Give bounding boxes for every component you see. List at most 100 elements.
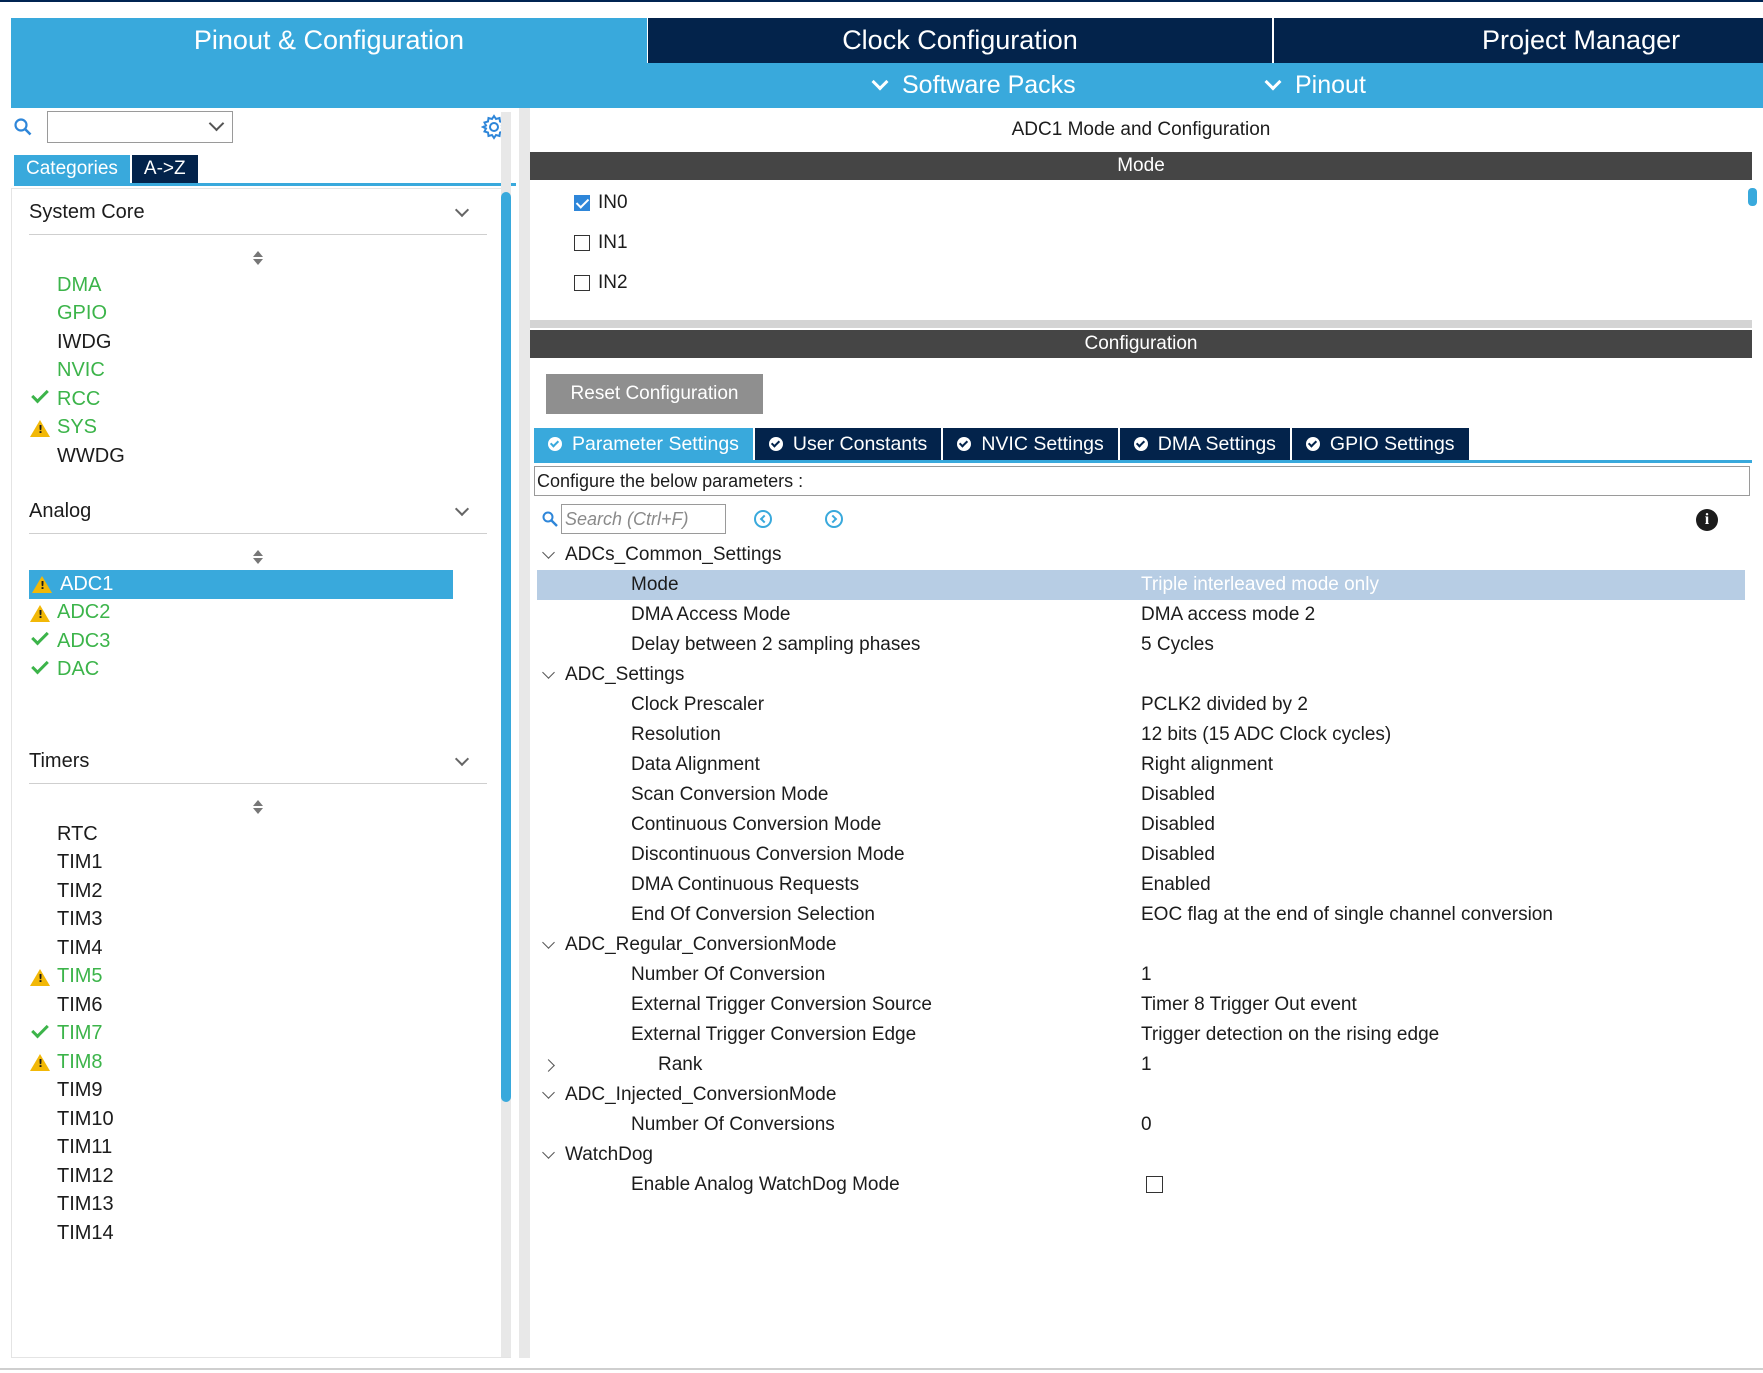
- param-group-row[interactable]: ADCs_Common_Settings: [537, 540, 1745, 570]
- param-value[interactable]: Disabled: [1141, 814, 1215, 836]
- chevron-down-icon[interactable]: [542, 936, 555, 949]
- tab-dma-settings[interactable]: DMA Settings: [1119, 428, 1292, 460]
- tab-clock-configuration[interactable]: Clock Configuration: [648, 18, 1274, 63]
- param-row[interactable]: Resolution 12 bits (15 ADC Clock cycles): [537, 720, 1745, 750]
- param-row[interactable]: Clock Prescaler PCLK2 divided by 2: [537, 690, 1745, 720]
- category-scrollbar[interactable]: [501, 112, 511, 1357]
- scrollbar-thumb[interactable]: [501, 192, 511, 1102]
- param-row[interactable]: Data Alignment Right alignment: [537, 750, 1745, 780]
- search-icon[interactable]: [14, 118, 32, 136]
- category-item-dma[interactable]: DMA: [29, 271, 487, 300]
- param-row[interactable]: External Trigger Conversion Source Timer …: [537, 990, 1745, 1020]
- param-row[interactable]: DMA Access Mode DMA access mode 2: [537, 600, 1745, 630]
- category-item-wwdg[interactable]: WWDG: [29, 442, 487, 471]
- search-next-icon[interactable]: [825, 510, 843, 528]
- category-item-sys[interactable]: SYS: [29, 414, 487, 443]
- param-row[interactable]: End Of Conversion Selection EOC flag at t…: [537, 900, 1745, 930]
- mode-input-in0[interactable]: IN0: [574, 189, 628, 217]
- chevron-down-icon[interactable]: [542, 546, 555, 559]
- section-header[interactable]: Timers: [29, 740, 487, 784]
- mode-scrollbar[interactable]: [1746, 188, 1758, 318]
- tab-gpio-settings[interactable]: GPIO Settings: [1291, 428, 1471, 460]
- category-item-rtc[interactable]: RTC: [29, 820, 487, 849]
- chevron-right-icon[interactable]: [542, 1059, 555, 1072]
- param-row[interactable]: Number Of Conversions 0: [537, 1110, 1745, 1140]
- category-item-tim7[interactable]: TIM7: [29, 1020, 487, 1049]
- category-item-tim12[interactable]: TIM12: [29, 1162, 487, 1191]
- search-icon[interactable]: [542, 511, 558, 527]
- category-item-tim14[interactable]: TIM14: [29, 1219, 487, 1248]
- chevron-down-icon[interactable]: [542, 1086, 555, 1099]
- param-row[interactable]: DMA Continuous Requests Enabled: [537, 870, 1745, 900]
- param-group-row[interactable]: WatchDog: [537, 1140, 1745, 1170]
- category-item-iwdg[interactable]: IWDG: [29, 328, 487, 357]
- param-group-row[interactable]: ADC_Regular_ConversionMode: [537, 930, 1745, 960]
- tab-a-z[interactable]: A->Z: [131, 155, 198, 183]
- pinout-menu[interactable]: Pinout: [1264, 63, 1366, 108]
- param-row[interactable]: Scan Conversion Mode Disabled: [537, 780, 1745, 810]
- checkbox[interactable]: [574, 195, 590, 211]
- sort-icon[interactable]: [29, 794, 487, 820]
- category-item-tim6[interactable]: TIM6: [29, 991, 487, 1020]
- parameter-search-input[interactable]: Search (Ctrl+F): [561, 504, 726, 534]
- param-value[interactable]: 1: [1141, 1054, 1152, 1076]
- param-value[interactable]: Triple interleaved mode only: [1141, 574, 1379, 596]
- splitter[interactable]: [530, 320, 1752, 328]
- scrollbar-thumb[interactable]: [1748, 188, 1757, 206]
- category-item-tim3[interactable]: TIM3: [29, 906, 487, 935]
- param-value[interactable]: 0: [1141, 1114, 1152, 1136]
- param-row[interactable]: External Trigger Conversion Edge Trigger …: [537, 1020, 1745, 1050]
- param-value[interactable]: Disabled: [1141, 844, 1215, 866]
- param-value[interactable]: Right alignment: [1141, 754, 1273, 776]
- search-previous-icon[interactable]: [754, 510, 772, 528]
- param-row[interactable]: Discontinuous Conversion Mode Disabled: [537, 840, 1745, 870]
- param-value[interactable]: Trigger detection on the rising edge: [1141, 1024, 1439, 1046]
- mode-input-in1[interactable]: IN1: [574, 229, 628, 257]
- category-item-tim9[interactable]: TIM9: [29, 1077, 487, 1106]
- category-item-tim11[interactable]: TIM11: [29, 1134, 487, 1163]
- param-row[interactable]: Delay between 2 sampling phases 5 Cycles: [537, 630, 1745, 660]
- param-group-row[interactable]: ADC_Injected_ConversionMode: [537, 1080, 1745, 1110]
- param-value[interactable]: DMA access mode 2: [1141, 604, 1315, 626]
- tab-nvic-settings[interactable]: NVIC Settings: [943, 428, 1120, 460]
- software-packs-menu[interactable]: Software Packs: [871, 63, 1076, 108]
- panel-splitter[interactable]: [519, 108, 530, 1358]
- category-item-nvic[interactable]: NVIC: [29, 357, 487, 386]
- chevron-down-icon[interactable]: [542, 1146, 555, 1159]
- mode-input-in2[interactable]: IN2: [574, 269, 628, 297]
- tab-categories[interactable]: Categories: [14, 155, 130, 183]
- param-value[interactable]: 12 bits (15 ADC Clock cycles): [1141, 724, 1391, 746]
- param-row[interactable]: Continuous Conversion Mode Disabled: [537, 810, 1745, 840]
- category-item-tim2[interactable]: TIM2: [29, 877, 487, 906]
- param-row[interactable]: Rank 1: [537, 1050, 1745, 1080]
- param-checkbox-row[interactable]: Enable Analog WatchDog Mode: [537, 1170, 1745, 1200]
- sort-icon[interactable]: [29, 245, 487, 271]
- param-value[interactable]: 1: [1141, 964, 1152, 986]
- tab-user-constants[interactable]: User Constants: [754, 428, 944, 460]
- param-value[interactable]: 5 Cycles: [1141, 634, 1214, 656]
- category-item-tim10[interactable]: TIM10: [29, 1105, 487, 1134]
- category-item-adc1[interactable]: ADC1: [29, 570, 453, 599]
- reset-configuration-button[interactable]: Reset Configuration: [546, 374, 763, 414]
- category-item-tim4[interactable]: TIM4: [29, 934, 487, 963]
- checkbox[interactable]: [1146, 1176, 1163, 1193]
- category-item-rcc[interactable]: RCC: [29, 385, 487, 414]
- info-icon[interactable]: i: [1696, 509, 1718, 531]
- category-item-adc3[interactable]: ADC3: [29, 627, 487, 656]
- tab-parameter-settings[interactable]: Parameter Settings: [534, 428, 755, 460]
- param-value[interactable]: EOC flag at the end of single channel co…: [1141, 904, 1553, 926]
- category-item-tim1[interactable]: TIM1: [29, 849, 487, 878]
- tab-project-manager[interactable]: Project Manager: [1274, 18, 1763, 63]
- category-item-tim13[interactable]: TIM13: [29, 1191, 487, 1220]
- category-item-gpio[interactable]: GPIO: [29, 300, 487, 329]
- param-row[interactable]: Mode Triple interleaved mode only: [537, 570, 1745, 600]
- param-group-row[interactable]: ADC_Settings: [537, 660, 1745, 690]
- chevron-down-icon[interactable]: [542, 666, 555, 679]
- checkbox[interactable]: [574, 235, 590, 251]
- param-value[interactable]: Timer 8 Trigger Out event: [1141, 994, 1357, 1016]
- sort-icon[interactable]: [29, 544, 487, 570]
- param-row[interactable]: Number Of Conversion 1: [537, 960, 1745, 990]
- tab-pinout-configuration[interactable]: Pinout & Configuration: [11, 18, 647, 63]
- checkbox[interactable]: [574, 275, 590, 291]
- section-header[interactable]: Analog: [29, 490, 487, 534]
